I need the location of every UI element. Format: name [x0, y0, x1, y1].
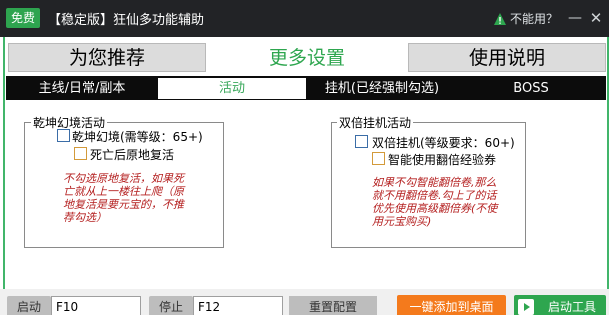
- app-title: 【稳定版】狂仙多功能辅助: [48, 13, 205, 28]
- app-window: 免费 【稳定版】狂仙多功能辅助 不能用？ — ✕ 为您推荐 更多设置 使用说明 …: [0, 0, 609, 315]
- launch-tool-label: 启动工具: [547, 300, 596, 314]
- revive-in-place-checkbox[interactable]: [74, 147, 87, 160]
- qiankun-checkbox[interactable]: [57, 129, 70, 142]
- close-button[interactable]: ✕: [587, 8, 605, 28]
- free-badge: 免费: [6, 8, 40, 28]
- smart-exp-coupon-checkbox[interactable]: [372, 152, 385, 165]
- subtab-main-daily-dungeon[interactable]: 主线/日常/副本: [8, 78, 156, 99]
- reset-config-button[interactable]: 重置配置: [289, 296, 377, 315]
- launch-tool-button[interactable]: 启动工具: [514, 295, 606, 315]
- subtab-events[interactable]: 活动: [158, 78, 306, 99]
- add-to-desktop-button[interactable]: 一键添加到桌面: [397, 295, 506, 315]
- qiankun-checkbox-label: 乾坤幻境(需等级：65+): [72, 130, 203, 144]
- title-bar[interactable]: 免费 【稳定版】狂仙多功能辅助 不能用？ — ✕: [0, 0, 609, 37]
- subtab-idle[interactable]: 挂机(已经强制勾选): [308, 78, 456, 99]
- start-hotkey-label: 启动: [7, 296, 51, 315]
- subtab-boss[interactable]: BOSS: [458, 78, 604, 99]
- double-idle-checkbox[interactable]: [355, 135, 368, 148]
- minimize-button[interactable]: —: [567, 8, 583, 28]
- help-link[interactable]: 不能用？: [493, 10, 558, 27]
- smart-exp-coupon-label: 智能使用翻倍经验券: [388, 153, 497, 167]
- warning-icon: [494, 12, 506, 25]
- tab-instructions[interactable]: 使用说明: [408, 43, 606, 72]
- double-exp-note: 如果不勾智能翻倍卷,那么就不用翻倍卷.勾上了的话优先使用高级翻倍券(不使用元宝购…: [372, 176, 498, 228]
- stop-hotkey-label: 停止: [149, 296, 193, 315]
- stop-hotkey-field[interactable]: F12: [193, 296, 283, 315]
- tab-more-settings[interactable]: 更多设置: [208, 43, 406, 72]
- double-idle-label: 双倍挂机(等级要求：60+): [372, 136, 515, 150]
- qiankun-note: 不勾选原地复活，如果死亡就从上一楼往上爬（原地复活是要元宝的，不推荐勾选）: [63, 172, 184, 224]
- start-hotkey-field[interactable]: F10: [51, 296, 141, 315]
- tab-recommend[interactable]: 为您推荐: [8, 43, 206, 72]
- double-exp-group-title: 双倍挂机活动: [337, 114, 414, 131]
- help-link-label: 不能用？: [510, 12, 559, 26]
- play-icon: [518, 299, 534, 315]
- revive-in-place-label: 死亡后原地复活: [90, 148, 175, 162]
